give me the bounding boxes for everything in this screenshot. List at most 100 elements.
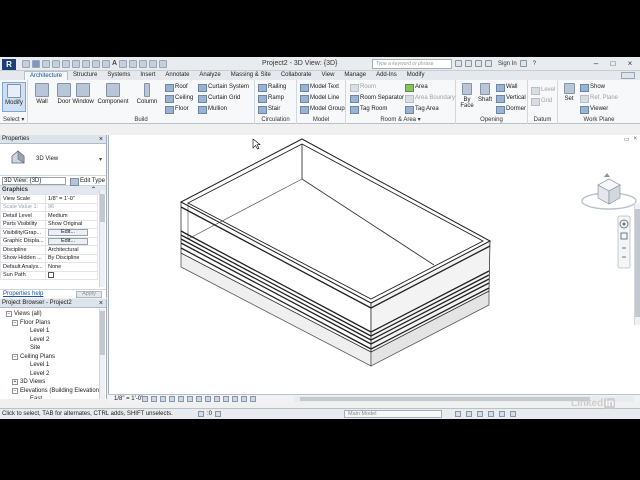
undo-icon[interactable] [52,60,60,68]
browser-item[interactable]: − Floor Plans [12,319,50,326]
shaft-button[interactable]: Shaft [476,82,494,112]
collapse-icon[interactable]: − [6,311,12,317]
drag-elements-icon[interactable] [499,411,505,417]
constraints-icon[interactable] [250,396,256,402]
panel-label-select[interactable]: Select ▾ [0,116,27,123]
floor-button[interactable]: Floor [165,104,189,114]
show-crop-icon[interactable] [196,396,202,402]
area-button[interactable]: Area [405,82,428,92]
browser-item[interactable]: − Ceiling Plans [12,353,55,360]
component-button[interactable]: Component [96,82,130,112]
minimize-icon[interactable]: – [588,59,604,69]
tab-view[interactable]: View [317,71,340,80]
subscription-icon[interactable] [465,60,472,67]
ribbon-minimize-toggle[interactable] [621,72,635,79]
railing-button[interactable]: Railing [258,82,286,92]
property-value[interactable]: Show Original [45,219,98,229]
save-icon[interactable] [32,60,40,68]
collapse-icon[interactable]: − [12,353,18,360]
switch-windows-icon[interactable] [159,60,168,68]
property-value[interactable]: Medium [45,211,98,221]
search-input[interactable]: Type a keyword or phrase [372,59,452,69]
section-icon[interactable] [129,60,138,68]
crop-view-icon[interactable] [187,396,193,402]
properties-help-link[interactable]: Properties help [3,291,43,297]
browser-scrollbar[interactable] [99,309,105,399]
visual-style-icon[interactable] [151,396,157,402]
tab-modify[interactable]: Modify [402,71,430,80]
browser-item[interactable]: East [30,396,42,399]
apply-button[interactable]: Apply [76,291,102,298]
tab-add-ins[interactable]: Add-Ins [371,71,402,80]
tag-area-button[interactable]: Tag Area [405,104,439,114]
curtain-system-button[interactable]: Curtain System [198,82,249,92]
property-value[interactable]: Architectural [45,245,98,255]
navigation-bar[interactable] [617,215,631,269]
tab-insert[interactable]: Insert [135,71,160,80]
print-icon[interactable] [72,60,80,68]
viewer-button[interactable]: Viewer [580,104,608,114]
modify-button[interactable]: Modify [2,82,26,112]
property-value[interactable]: Edit... [45,228,98,238]
close-icon[interactable]: × [99,135,103,144]
close-icon[interactable]: × [99,299,103,308]
drawing-canvas[interactable]: ▭ × [108,135,640,394]
window-button[interactable]: Window [69,82,97,112]
wall-button[interactable]: Wall [30,82,54,112]
wall-opening-button[interactable]: Wall [496,82,517,92]
tab-systems[interactable]: Systems [102,71,135,80]
properties-scrollbar[interactable] [99,190,105,287]
sign-in-button[interactable]: Sign In [498,61,517,67]
tab-manage[interactable]: Manage [339,71,371,80]
set-button[interactable]: Set [560,82,578,112]
viewcube[interactable] [579,171,639,215]
tab-collaborate[interactable]: Collaborate [276,71,317,80]
worksets-icon[interactable] [198,411,204,417]
browser-item[interactable]: Site [30,345,40,351]
expand-icon[interactable]: + [12,379,18,385]
open-icon[interactable] [22,60,30,68]
tab-analyze[interactable]: Analyze [194,71,225,80]
room-button[interactable]: Room [350,82,376,92]
tab-annotate[interactable]: Annotate [160,71,194,80]
property-value[interactable]: None [45,262,98,272]
dormer-button[interactable]: Dormer [496,104,526,114]
tab-structure[interactable]: Structure [68,71,102,80]
column-button[interactable]: Column [134,82,160,112]
close-icon[interactable]: × [622,59,638,69]
app-menu-button[interactable]: R [2,59,16,70]
roof-button[interactable]: Roof [165,82,188,92]
property-value[interactable]: 1/8" = 1'-0" [45,194,98,204]
star-icon[interactable] [475,60,482,67]
level-button[interactable]: Level [531,85,555,95]
scrollbar-thumb[interactable] [100,311,105,355]
temporary-hide-icon[interactable] [214,396,220,402]
edit-button[interactable]: Edit... [48,237,88,245]
select-links-icon[interactable] [455,411,461,417]
view-scale-label[interactable]: 1/8" = 1'-0" [114,396,143,402]
select-underlay-icon[interactable] [466,411,472,417]
curtain-grid-button[interactable]: Curtain Grid [198,93,240,103]
browser-item[interactable]: − Elevations (Building Elevation [12,387,99,394]
model-text-button[interactable]: Model Text [300,82,339,92]
3d-model[interactable] [109,135,640,394]
panel-label-room-area[interactable]: Room & Area ▾ [346,116,455,123]
model-line-button[interactable]: Model Line [300,93,339,103]
mullion-button[interactable]: Mullion [198,104,227,114]
help-button[interactable]: ? [533,61,536,67]
scrollbar-thumb[interactable] [300,397,590,401]
sync-icon[interactable] [42,60,50,68]
browser-item[interactable]: +3D Views [12,379,45,385]
worksharing-icon[interactable] [232,396,238,402]
tag-icon[interactable] [102,60,110,68]
tab-architecture[interactable]: Architecture [24,71,69,80]
vertical-opening-button[interactable]: Vertical [496,93,526,103]
collapse-icon[interactable]: − [12,319,18,326]
instance-selector[interactable]: 3D View: {3D} [2,177,66,185]
measure-icon[interactable] [82,60,90,68]
exchange-icon[interactable] [519,60,527,67]
room-separator-button[interactable]: Room Separator [350,93,404,103]
browser-item[interactable]: Level 2 [30,371,49,377]
analytical-model-icon[interactable] [241,396,247,402]
show-workplane-button[interactable]: Show [580,82,605,92]
